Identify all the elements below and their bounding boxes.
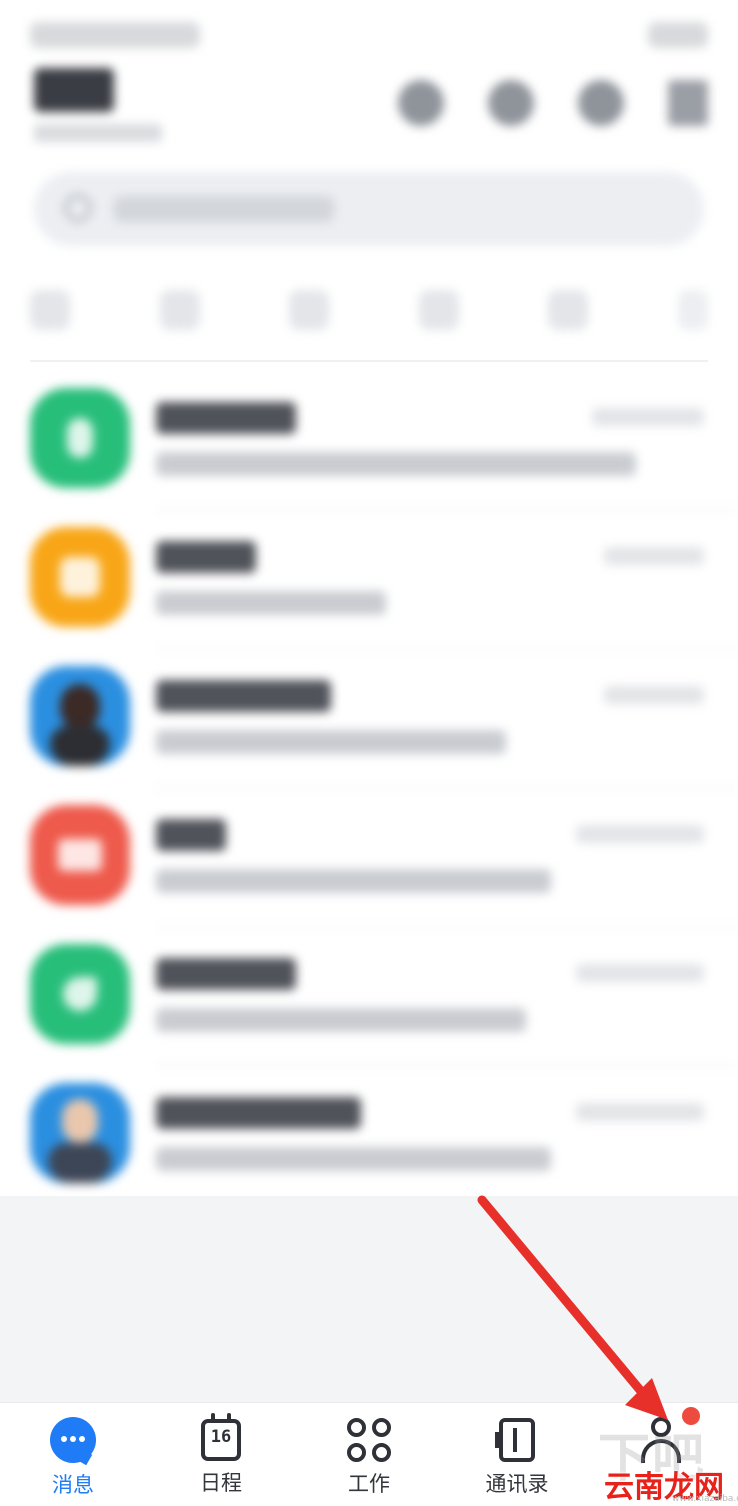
conversation-item[interactable]: [0, 928, 738, 1067]
conversation-title: [156, 1097, 361, 1129]
shortcut-item[interactable]: [30, 290, 70, 330]
tab-label: 通讯录: [485, 1472, 549, 1496]
empty-list-area: [0, 1196, 738, 1402]
conversation-list: [0, 372, 738, 1206]
organization-subtitle: [34, 124, 162, 142]
scan-icon[interactable]: [398, 80, 444, 126]
conversation-title: [156, 958, 296, 990]
shortcut-item[interactable]: [289, 290, 330, 330]
calendar-icon: 16: [201, 1413, 241, 1461]
conversation-avatar: [30, 666, 130, 766]
search-placeholder-block: [114, 196, 334, 222]
grid-apps-icon: [347, 1418, 391, 1462]
shortcut-row: [30, 290, 708, 340]
message-bubble-icon: [50, 1417, 96, 1463]
status-time-signal: [30, 22, 200, 48]
search-icon: [64, 194, 92, 222]
conversation-avatar: [30, 944, 130, 1044]
search-bar[interactable]: [34, 172, 704, 246]
phone-call-icon[interactable]: [578, 80, 624, 126]
calendar-day: 16: [210, 1427, 232, 1447]
conversation-title: [156, 541, 256, 573]
header: [34, 68, 708, 158]
tab-label: 日程: [200, 1471, 242, 1495]
conversation-title: [156, 402, 296, 434]
phone-icon: [63, 977, 97, 1011]
conversation-avatar: [30, 388, 130, 488]
conversation-avatar: [30, 805, 130, 905]
person-photo-body: [48, 1143, 112, 1183]
contacts-book-icon: [495, 1418, 535, 1462]
conversation-preview: [156, 452, 636, 476]
bulb-icon: [67, 418, 93, 458]
conversation-time: [576, 964, 704, 982]
shortcut-item[interactable]: [159, 290, 200, 330]
conversation-preview: [156, 1008, 526, 1032]
conversation-time: [592, 408, 704, 426]
tab-work[interactable]: 工作: [314, 1415, 424, 1503]
conversation-item[interactable]: [0, 789, 738, 928]
conversation-title: [156, 680, 331, 712]
header-actions: [398, 80, 708, 126]
shortcut-item[interactable]: [548, 290, 589, 330]
conversation-preview: [156, 730, 506, 754]
conversation-time: [604, 547, 704, 565]
divider: [30, 360, 708, 362]
tab-schedule[interactable]: 16 日程: [166, 1413, 276, 1503]
conversation-item[interactable]: [0, 372, 738, 511]
person-photo-body: [50, 726, 110, 766]
tab-label: 工作: [348, 1472, 390, 1496]
conversation-preview: [156, 591, 386, 615]
person-photo: [60, 684, 100, 730]
conversation-time: [576, 1103, 704, 1121]
flash-icon[interactable]: [488, 80, 534, 126]
status-bar: [30, 18, 708, 54]
envelope-icon: [58, 839, 102, 871]
tab-contacts[interactable]: 通讯录: [462, 1415, 572, 1503]
conversation-item[interactable]: [0, 1067, 738, 1206]
conversation-preview: [156, 1147, 551, 1171]
watermark-url: www.xiazaiba.com: [672, 1494, 738, 1504]
gift-icon: [60, 557, 100, 597]
shortcut-item[interactable]: [677, 290, 708, 330]
conversation-item[interactable]: [0, 511, 738, 650]
tab-messages[interactable]: 消息: [18, 1415, 128, 1503]
conversation-avatar: [30, 1083, 130, 1183]
conversation-title: [156, 819, 226, 851]
status-battery: [648, 22, 708, 48]
shortcut-item[interactable]: [418, 290, 459, 330]
conversation-item[interactable]: [0, 650, 738, 789]
add-icon[interactable]: [668, 80, 708, 126]
tab-label: 消息: [52, 1473, 94, 1497]
person-photo: [62, 1099, 98, 1143]
conversation-time: [576, 825, 704, 843]
conversation-preview: [156, 869, 551, 893]
organization-title[interactable]: [34, 68, 114, 112]
conversation-avatar: [30, 527, 130, 627]
conversation-time: [604, 686, 704, 704]
